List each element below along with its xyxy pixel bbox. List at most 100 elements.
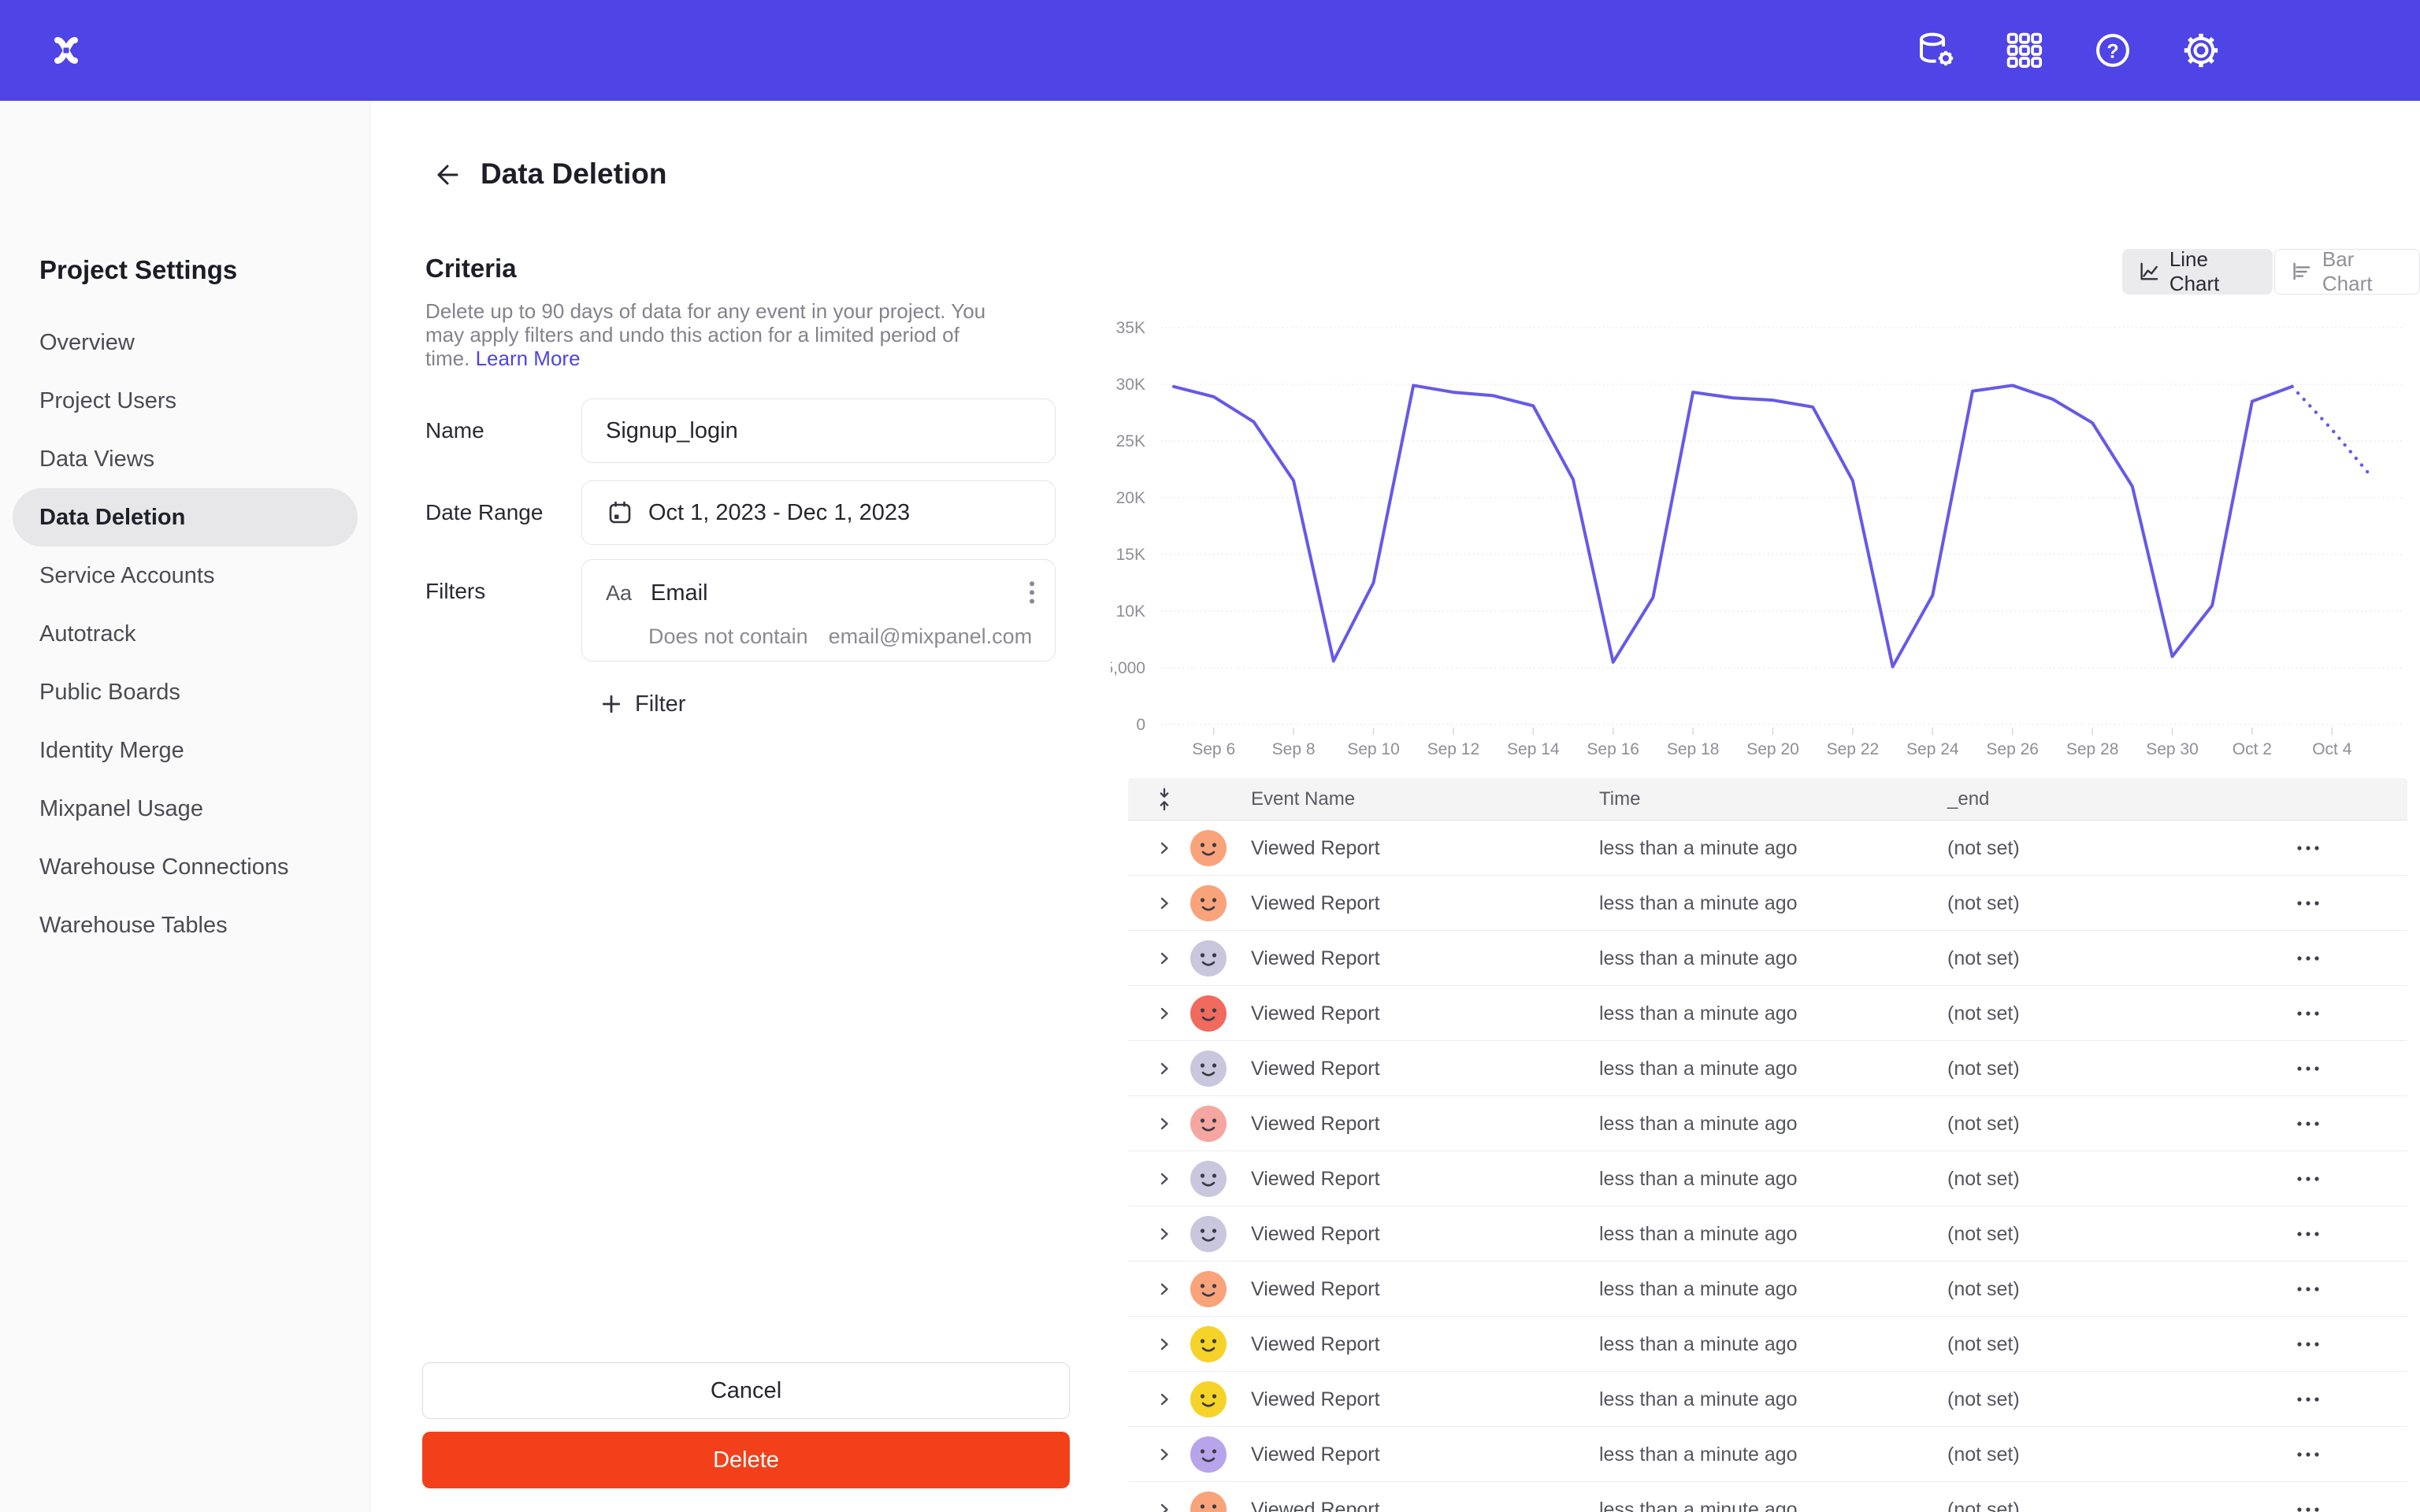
table-row: Viewed Report less than a minute ago (no… [1128, 1096, 2407, 1151]
sidebar-nav: OverviewProject UsersData ViewsData Dele… [13, 313, 358, 954]
row-expand-chevron-icon[interactable] [1156, 1281, 1172, 1297]
user-avatar [1190, 940, 1227, 976]
event-name-cell: Viewed Report [1251, 1096, 1380, 1151]
delete-button[interactable]: Delete [422, 1432, 1070, 1488]
filter-menu-icon[interactable] [1026, 577, 1037, 609]
filter-property-row: Aa Email [606, 580, 708, 606]
row-menu-ellipsis-icon[interactable] [2294, 1229, 2322, 1239]
x-axis-tick-label: Sep 30 [2146, 740, 2199, 758]
mixpanel-logo[interactable] [49, 33, 84, 68]
row-expand-chevron-icon[interactable] [1156, 1006, 1172, 1021]
line-chart-toggle-button[interactable]: Line Chart [2122, 249, 2273, 295]
sidebar-item-overview[interactable]: Overview [13, 313, 358, 372]
filters-label: Filters [425, 579, 485, 604]
sidebar-item-public-boards[interactable]: Public Boards [13, 663, 358, 721]
learn-more-link[interactable]: Learn More [476, 346, 581, 370]
cancel-button[interactable]: Cancel [422, 1362, 1070, 1419]
filter-condition-row[interactable]: Does not containemail@mixpanel.com [648, 624, 1032, 649]
y-axis-tick-label: 30K [1116, 376, 1145, 394]
row-expand-chevron-icon[interactable] [1156, 1116, 1172, 1132]
page-title: Data Deletion [481, 158, 666, 191]
row-menu-ellipsis-icon[interactable] [2294, 1505, 2322, 1512]
end-cell: (not set) [1947, 1317, 2020, 1372]
row-menu-ellipsis-icon[interactable] [2294, 1174, 2322, 1184]
sidebar-item-identity-merge[interactable]: Identity Merge [13, 721, 358, 780]
end-cell: (not set) [1947, 821, 2020, 876]
table-row: Viewed Report less than a minute ago (no… [1128, 1262, 2407, 1317]
sidebar-item-mixpanel-usage[interactable]: Mixpanel Usage [13, 780, 358, 838]
column-header-time[interactable]: Time [1599, 778, 1640, 821]
data-pipeline-icon[interactable] [1914, 28, 1958, 72]
event-name-cell: Viewed Report [1251, 876, 1380, 931]
row-menu-ellipsis-icon[interactable] [2294, 1119, 2322, 1128]
row-expand-chevron-icon[interactable] [1156, 1502, 1172, 1512]
filter-card[interactable]: Aa Email Does not containemail@mixpanel.… [581, 559, 1056, 662]
sidebar-item-service-accounts[interactable]: Service Accounts [13, 547, 358, 605]
events-line-chart: 05,00010K15K20K25K30K35KSep 6Sep 8Sep 10… [1111, 313, 2418, 770]
user-avatar [1190, 885, 1227, 921]
time-cell: less than a minute ago [1599, 1151, 1798, 1206]
x-axis-tick-label: Sep 16 [1587, 740, 1639, 758]
user-avatar [1190, 995, 1227, 1032]
user-avatar [1190, 1492, 1227, 1512]
sidebar-item-data-deletion[interactable]: Data Deletion [13, 488, 358, 547]
time-cell: less than a minute ago [1599, 1482, 1798, 1512]
row-expand-chevron-icon[interactable] [1156, 1336, 1172, 1352]
row-menu-ellipsis-icon[interactable] [2294, 1450, 2322, 1459]
apps-grid-icon[interactable] [2002, 28, 2047, 72]
table-row: Viewed Report less than a minute ago (no… [1128, 1317, 2407, 1372]
sidebar-title: Project Settings [39, 255, 237, 285]
user-avatar [1190, 1216, 1227, 1252]
sidebar-item-project-users[interactable]: Project Users [13, 372, 358, 430]
description-line: may apply filters and undo this action f… [425, 323, 1048, 346]
bar-chart-toggle-button[interactable]: Bar Chart [2274, 249, 2420, 295]
row-expand-chevron-icon[interactable] [1156, 1226, 1172, 1242]
column-header-end[interactable]: _end [1947, 778, 1989, 821]
row-menu-ellipsis-icon[interactable] [2294, 1009, 2322, 1018]
calendar-icon [606, 498, 634, 527]
y-axis-tick-label: 15K [1116, 546, 1145, 564]
row-expand-chevron-icon[interactable] [1156, 1392, 1172, 1407]
time-cell: less than a minute ago [1599, 1041, 1798, 1096]
row-expand-chevron-icon[interactable] [1156, 840, 1172, 856]
row-menu-ellipsis-icon[interactable] [2294, 954, 2322, 963]
y-axis-tick-label: 10K [1116, 602, 1145, 621]
x-axis-tick-label: Sep 6 [1192, 740, 1235, 758]
sort-rows-icon[interactable] [1155, 787, 1174, 812]
row-menu-ellipsis-icon[interactable] [2294, 1395, 2322, 1404]
user-avatar [1190, 1381, 1227, 1418]
row-expand-chevron-icon[interactable] [1156, 1061, 1172, 1077]
criteria-heading: Criteria [425, 254, 517, 284]
help-icon[interactable]: ? [2091, 28, 2135, 72]
description-line: Delete up to 90 days of data for any eve… [425, 299, 1048, 323]
sidebar-item-warehouse-tables[interactable]: Warehouse Tables [13, 896, 358, 954]
time-cell: less than a minute ago [1599, 1317, 1798, 1372]
add-filter-button[interactable]: Filter [600, 682, 685, 726]
avatar-face-icon [1190, 1436, 1227, 1473]
user-avatar [1190, 1161, 1227, 1197]
name-input[interactable]: Signup_login [581, 398, 1056, 463]
settings-icon[interactable] [2179, 28, 2223, 72]
date-range-value: Oct 1, 2023 - Dec 1, 2023 [648, 500, 910, 526]
event-name-cell: Viewed Report [1251, 1317, 1380, 1372]
row-menu-ellipsis-icon[interactable] [2294, 1064, 2322, 1073]
row-menu-ellipsis-icon[interactable] [2294, 843, 2322, 853]
date-range-input[interactable]: Oct 1, 2023 - Dec 1, 2023 [581, 480, 1056, 545]
row-menu-ellipsis-icon[interactable] [2294, 899, 2322, 908]
row-menu-ellipsis-icon[interactable] [2294, 1284, 2322, 1294]
criteria-description: Delete up to 90 days of data for any eve… [425, 299, 1048, 370]
back-arrow-button[interactable] [430, 159, 462, 191]
time-cell: less than a minute ago [1599, 931, 1798, 986]
event-name-cell: Viewed Report [1251, 821, 1380, 876]
row-expand-chevron-icon[interactable] [1156, 951, 1172, 966]
sidebar-item-data-views[interactable]: Data Views [13, 430, 358, 488]
row-expand-chevron-icon[interactable] [1156, 895, 1172, 911]
sidebar-item-autotrack[interactable]: Autotrack [13, 605, 358, 663]
sidebar-item-warehouse-connections[interactable]: Warehouse Connections [13, 838, 358, 896]
row-expand-chevron-icon[interactable] [1156, 1171, 1172, 1187]
settings-sidebar: Project Settings OverviewProject UsersDa… [0, 101, 370, 1512]
x-axis-tick-label: Oct 4 [2312, 740, 2352, 758]
column-header-event-name[interactable]: Event Name [1251, 778, 1355, 821]
row-expand-chevron-icon[interactable] [1156, 1447, 1172, 1462]
row-menu-ellipsis-icon[interactable] [2294, 1340, 2322, 1349]
